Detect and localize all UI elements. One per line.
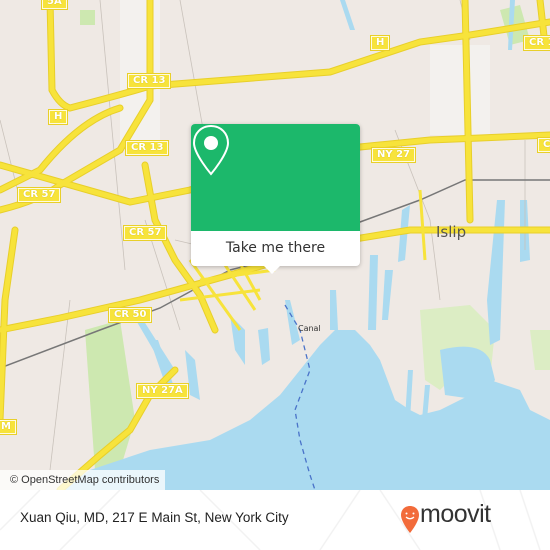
route-shield-cr: C [536, 137, 550, 153]
popup-header [191, 124, 360, 231]
route-shield-h: H [47, 109, 69, 125]
route-shield-cr57: CR 57 [16, 187, 62, 203]
place-label-canal: Canal [298, 324, 321, 333]
canal-water [285, 300, 300, 345]
take-me-there-button[interactable]: Take me there [191, 231, 360, 266]
footer: Xuan Qiu, MD, 217 E Main St, New York Ci… [0, 490, 550, 550]
canal-water [487, 200, 505, 345]
route-shield-cr13: CR 13 [126, 73, 172, 89]
moovit-brand[interactable]: moovit [420, 500, 491, 529]
canal-water [382, 270, 393, 320]
route-shield-ny27a: NY 27A [136, 383, 189, 399]
park-area [80, 10, 95, 25]
route-shield-m: M [0, 419, 17, 435]
moovit-logo-icon [401, 506, 419, 533]
route-shield-5a: 5A [41, 0, 68, 10]
creek-water [340, 0, 355, 30]
route-shield-h: H [369, 35, 391, 51]
canal-water [258, 328, 270, 365]
map-attribution[interactable]: © OpenStreetMap contributors [0, 470, 166, 490]
map[interactable]: 5A CR 13 H H CR 13 CR 1 CR 57 NY 27 CR 5… [0, 0, 550, 490]
canal-water [230, 315, 245, 365]
location-popup: Take me there [191, 124, 360, 274]
urban-area [430, 45, 490, 135]
route-shield-cr13: CR 13 [124, 140, 170, 156]
route-shield-cr: CR 1 [522, 35, 550, 51]
map-pin-icon [192, 124, 230, 176]
canal-water [368, 255, 378, 330]
location-title: Xuan Qiu, MD, 217 E Main St, New York Ci… [20, 510, 289, 525]
route-shield-cr57: CR 57 [122, 225, 168, 241]
route-shield-cr50: CR 50 [107, 307, 153, 323]
canal-water [330, 290, 338, 330]
park-area [530, 330, 550, 370]
place-label-islip: Islip [436, 223, 467, 241]
popup-pointer [263, 265, 281, 274]
route-shield-ny27: NY 27 [370, 147, 417, 163]
